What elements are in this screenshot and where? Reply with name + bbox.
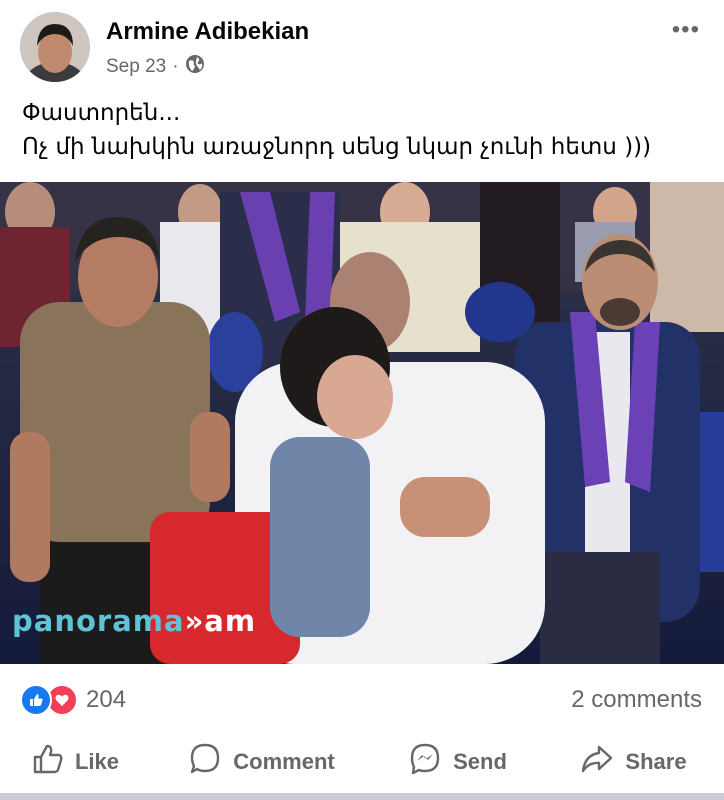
send-button[interactable]: Send — [372, 734, 542, 790]
watermark-separator: » — [184, 604, 205, 638]
comment-label: Comment — [233, 749, 335, 774]
comment-button[interactable]: Comment — [150, 734, 372, 790]
photo-watermark: panorama»am — [12, 604, 256, 638]
post-meta: Sep 23 · — [106, 54, 205, 80]
watermark-tld: am — [204, 604, 257, 638]
send-label: Send — [453, 749, 507, 774]
post-header: Armine Adibekian Sep 23 · ••• — [0, 0, 724, 90]
post-text-line-2: Ոչ մի նախկին առաջնորդ սենց նկար չունի հե… — [22, 134, 652, 160]
post-text: Փաստորեն... Ոչ մի նախկին առաջնորդ սենց ն… — [22, 96, 702, 164]
meta-separator: · — [172, 56, 179, 77]
messenger-icon — [407, 741, 443, 783]
feed-separator — [0, 793, 724, 800]
like-reaction-icon — [20, 684, 52, 716]
reaction-count: 204 — [86, 686, 127, 713]
reactions-summary[interactable]: 204 — [20, 684, 126, 716]
watermark-brand: panorama — [12, 604, 185, 638]
globe-icon[interactable] — [185, 54, 205, 80]
post-actions: Like Comment Send Share — [0, 734, 724, 790]
post-text-line-1: Փաստորեն... — [22, 100, 181, 126]
avatar[interactable] — [20, 12, 90, 82]
post-date[interactable]: Sep 23 — [106, 56, 166, 78]
comment-icon — [187, 741, 223, 783]
post-photo[interactable]: panorama»am — [0, 182, 724, 664]
share-arrow-icon — [579, 741, 615, 783]
divider — [0, 728, 724, 729]
like-button[interactable]: Like — [0, 734, 150, 790]
post-stats: 204 2 comments — [0, 672, 724, 724]
author-name[interactable]: Armine Adibekian — [106, 18, 309, 46]
share-label: Share — [625, 749, 687, 774]
more-options-button[interactable]: ••• — [672, 16, 700, 44]
share-button[interactable]: Share — [542, 734, 724, 790]
comments-count-link[interactable]: 2 comments — [571, 686, 702, 714]
thumbs-up-icon — [31, 742, 65, 782]
like-label: Like — [74, 749, 120, 774]
photo-illustration — [0, 182, 724, 664]
